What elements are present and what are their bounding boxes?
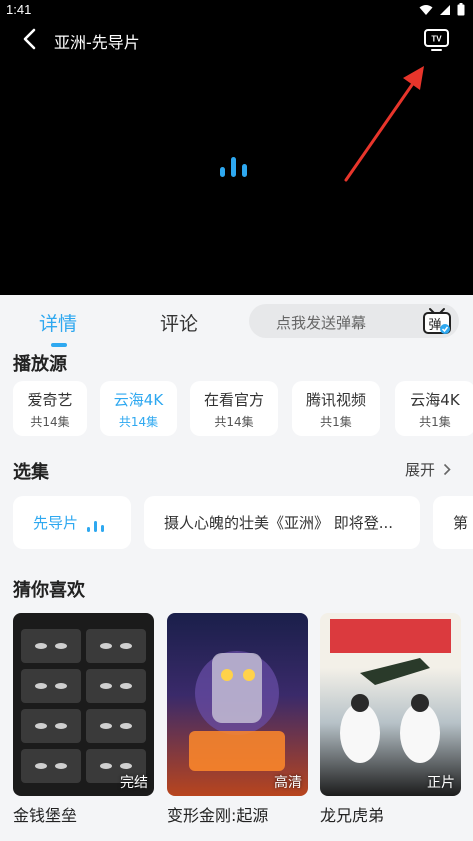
source-name: 在看官方 (203, 391, 264, 409)
episodes-title: 选集 (13, 462, 49, 483)
expand-label: 展开 (404, 461, 435, 479)
source-list: 爱奇艺 共14集 云海4K 共14集 在看官方 共14集 腾讯视频 共1集 云海… (13, 381, 473, 437)
poster-image[interactable]: 正片 (320, 613, 461, 796)
tab-details[interactable]: 详情 (39, 309, 77, 336)
episode-list: 先导片 摄人心魄的壮美《亚洲》 即将登... 第 (13, 496, 473, 550)
poster-art (330, 619, 451, 763)
recommend-title: 猜你喜欢 (13, 580, 85, 601)
sources-title: 播放源 (13, 354, 67, 375)
recommend-item[interactable]: 高清 变形金刚:起源 (167, 613, 308, 825)
tab-bar: 详情 评论 点我发送弹幕 弹 (0, 295, 473, 347)
status-badge: 正片 (427, 775, 455, 791)
episode-label: 摄人心魄的壮美《亚洲》 即将登... (164, 514, 394, 532)
source-name: 云海4K (113, 391, 164, 409)
danmaku-input[interactable]: 点我发送弹幕 弹 (249, 304, 459, 338)
episode-item[interactable]: 第 (433, 496, 473, 549)
recommend-title-text: 龙兄虎弟 (320, 806, 385, 825)
danmaku-placeholder: 点我发送弹幕 (276, 314, 367, 332)
svg-text:弹: 弹 (428, 318, 441, 333)
source-count: 共14集 (30, 415, 70, 429)
status-badge: 完结 (120, 775, 148, 791)
source-name: 云海4K (410, 391, 460, 409)
annotation-arrow (344, 66, 424, 182)
poster-image[interactable]: 高清 (167, 613, 308, 796)
recommend-list: 完结 金钱堡垒 高清 变形金刚:起源 正片 龙兄虎弟 (13, 613, 473, 833)
episode-label: 第 (453, 514, 469, 532)
source-count: 共14集 (118, 415, 159, 429)
episode-item-active[interactable]: 先导片 (13, 496, 131, 549)
tab-comments[interactable]: 评论 (160, 309, 198, 336)
source-card[interactable]: 腾讯视频 共1集 (292, 381, 380, 436)
source-count: 共1集 (419, 415, 451, 429)
poster-art (21, 629, 146, 783)
recommend-title-text: 金钱堡垒 (13, 806, 78, 825)
video-player[interactable]: 1:41 亚洲-先导片 TV (0, 0, 473, 295)
source-card[interactable]: 爱奇艺 共14集 (13, 381, 87, 436)
source-name: 腾讯视频 (305, 391, 366, 409)
recommend-item[interactable]: 正片 龙兄虎弟 (320, 613, 461, 825)
episode-label: 先导片 (33, 514, 79, 532)
poster-art (189, 651, 285, 771)
detail-sheet: 详情 评论 点我发送弹幕 弹 播放源 爱奇艺 共14集 云海4K 共14集 在看… (0, 295, 473, 841)
recommend-title-text: 变形金刚:起源 (167, 806, 269, 825)
source-card[interactable]: 在看官方 共14集 (190, 381, 278, 436)
source-card[interactable]: 云海4K 共1集 (395, 381, 473, 436)
chevron-right-icon (443, 463, 451, 476)
source-name: 爱奇艺 (27, 391, 73, 409)
playing-indicator-icon (87, 520, 104, 532)
poster-image[interactable]: 完结 (13, 613, 154, 796)
tab-indicator (51, 343, 67, 347)
source-card-active[interactable]: 云海4K 共14集 (100, 381, 177, 436)
episode-item[interactable]: 摄人心魄的壮美《亚洲》 即将登... (144, 496, 420, 549)
danmaku-toggle-icon[interactable]: 弹 (421, 306, 453, 336)
expand-button[interactable]: 展开 (405, 459, 451, 480)
status-badge: 高清 (274, 775, 302, 791)
source-count: 共14集 (214, 415, 254, 429)
recommend-item[interactable]: 完结 金钱堡垒 (13, 613, 154, 825)
source-count: 共1集 (320, 415, 352, 429)
